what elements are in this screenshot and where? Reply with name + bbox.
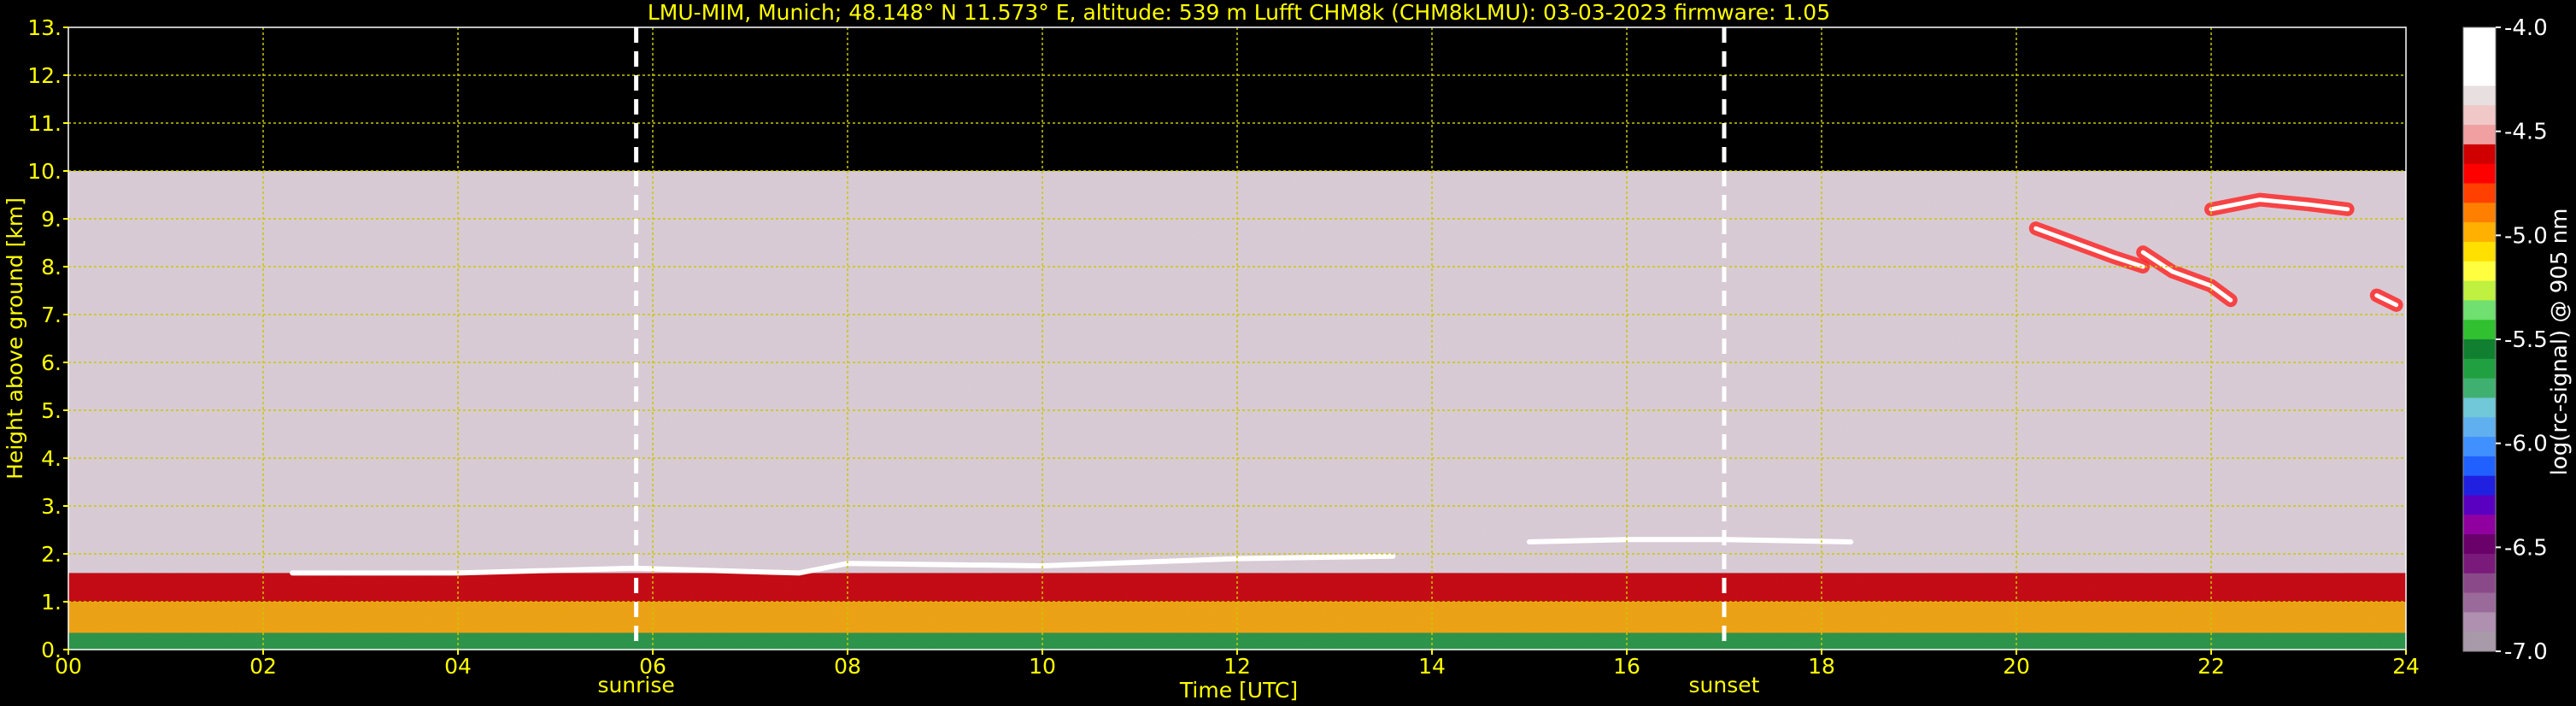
x-tick-label: 02 <box>249 654 277 679</box>
x-axis-ticks: 00 02 04 06 08 10 12 14 16 18 20 22 24 <box>55 650 2420 679</box>
colorbar-swatch <box>2463 515 2496 535</box>
y-tick-label: 12. <box>27 63 62 88</box>
y-tick-label: 5. <box>41 398 62 423</box>
x-tick-label: 12 <box>1223 654 1251 679</box>
x-tick-label: 18 <box>1808 654 1835 679</box>
colorbar-swatch <box>2463 632 2496 652</box>
y-tick-label: 10. <box>27 159 62 184</box>
colorbar-label: log(rc-signal) @ 905 nm <box>2547 209 2573 476</box>
colorbar-swatch <box>2463 417 2496 438</box>
colorbar-tick-label: -5.5 <box>2504 327 2548 353</box>
colorbar-swatch <box>2463 339 2496 360</box>
y-tick-label: 8. <box>41 255 62 279</box>
colorbar-swatch <box>2463 144 2496 165</box>
colorbar-swatch <box>2463 358 2496 379</box>
y-tick-label: 7. <box>41 303 62 327</box>
colorbar-swatch <box>2463 280 2496 301</box>
x-tick-label: 04 <box>444 654 472 679</box>
colorbar-swatch <box>2463 378 2496 398</box>
colorbar-swatch <box>2463 300 2496 321</box>
colorbar-swatch <box>2463 553 2496 574</box>
x-axis-label: Time [UTC] <box>1179 678 1298 703</box>
chart-title: LMU-MIM, Munich; 48.148° N 11.573° E, al… <box>648 0 1830 25</box>
colorbar-swatch <box>2463 125 2496 145</box>
colorbar-swatch <box>2463 241 2496 262</box>
x-tick-label: 24 <box>2392 654 2420 679</box>
y-tick-label: 11. <box>27 111 62 136</box>
colorbar-swatch <box>2463 261 2496 282</box>
x-tick-label: 20 <box>2003 654 2030 679</box>
colorbar-swatch <box>2463 612 2496 632</box>
colorbar-tick-label: -7.0 <box>2504 639 2548 665</box>
y-axis-ticks: 0.1.2.3.4.5.6.7.8.9.10.11.12.13. <box>27 15 68 662</box>
marker-label: sunset <box>1689 673 1760 697</box>
x-tick-label: 10 <box>1029 654 1056 679</box>
colorbar-swatch <box>2463 27 2496 48</box>
colorbar-swatch <box>2463 105 2496 126</box>
colorbar: -4.0 -4.5 -5.0 -5.5 -6.0 -6.5 -7.0 <box>2462 15 2548 665</box>
y-tick-label: 6. <box>41 350 62 375</box>
y-tick-label: 1. <box>41 590 62 615</box>
colorbar-swatch <box>2463 573 2496 594</box>
y-tick-label: 9. <box>41 207 62 232</box>
colorbar-tick-label: -4.0 <box>2504 15 2548 41</box>
x-tick-label: 14 <box>1418 654 1446 679</box>
colorbar-swatch <box>2463 456 2496 477</box>
x-tick-label: 00 <box>55 654 82 679</box>
colorbar-swatch <box>2463 203 2496 223</box>
y-tick-label: 13. <box>27 15 62 40</box>
colorbar-tick-label: -6.0 <box>2504 432 2548 457</box>
colorbar-swatch <box>2463 46 2496 68</box>
colorbar-tick-label: -5.0 <box>2504 223 2548 249</box>
colorbar-swatch <box>2463 320 2496 340</box>
colorbar-swatch <box>2463 475 2496 496</box>
colorbar-swatch <box>2463 534 2496 555</box>
colorbar-swatch <box>2463 397 2496 418</box>
colorbar-swatch <box>2463 66 2496 86</box>
colorbar-swatch <box>2463 163 2496 184</box>
ceilometer-chart: sunrise sunset 0.1.2.3.4.5.6.7.8.9.10.11.… <box>3 0 2573 703</box>
x-tick-label: 22 <box>2198 654 2225 679</box>
colorbar-swatch <box>2463 222 2496 243</box>
aerosol-layer <box>68 632 2406 650</box>
colorbar-swatch <box>2463 592 2496 613</box>
y-tick-label: 2. <box>41 542 62 567</box>
colorbar-tick-label: -4.5 <box>2504 120 2548 145</box>
y-tick-label: 4. <box>41 446 62 471</box>
colorbar-swatch <box>2463 437 2496 457</box>
colorbar-swatch <box>2463 183 2496 203</box>
colorbar-swatch <box>2463 85 2496 106</box>
x-tick-label: 06 <box>639 654 666 679</box>
cloud-trace <box>1527 537 1854 544</box>
y-tick-label: 3. <box>41 494 62 519</box>
colorbar-tick-label: -6.5 <box>2504 535 2548 561</box>
x-tick-label: 08 <box>834 654 861 679</box>
colorbar-swatch <box>2463 495 2496 515</box>
y-axis-label: Height above ground [km] <box>3 197 27 479</box>
x-tick-label: 16 <box>1613 654 1640 679</box>
